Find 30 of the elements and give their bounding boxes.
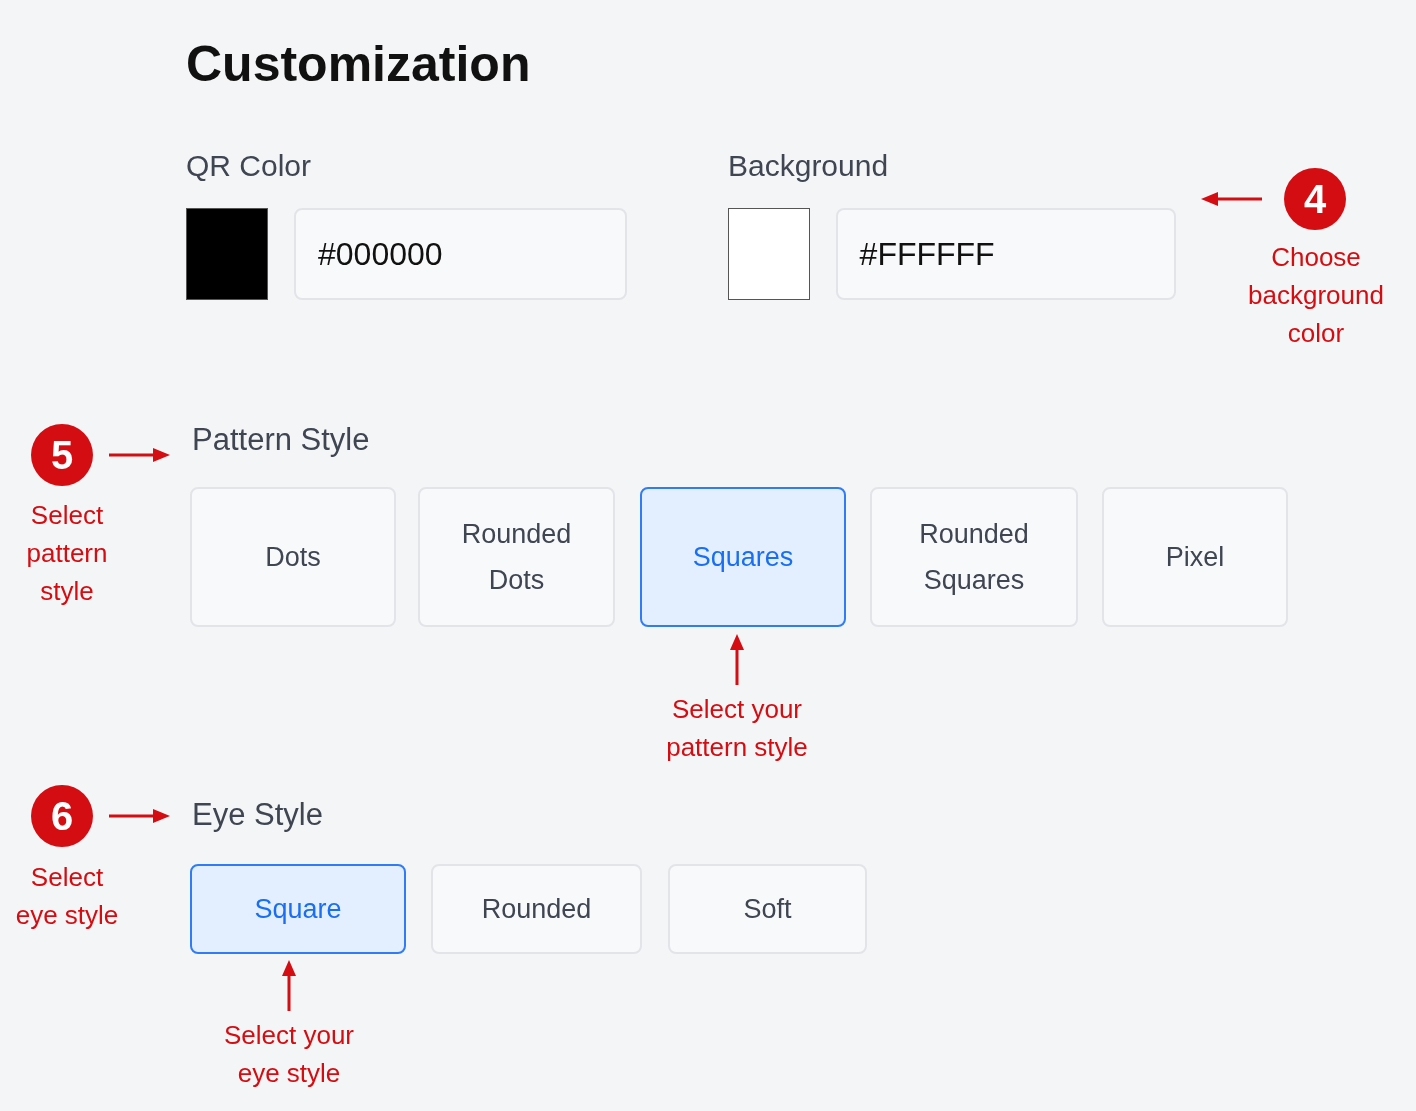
annotation-text: Select pattern style [25,499,109,608]
arrow-icon [729,632,745,686]
arrow-icon [1200,191,1262,207]
annotation-text: Select your pattern style [665,693,809,764]
step-number: 6 [31,785,93,847]
hex-input-field[interactable]: #FFFFFF [835,208,1176,300]
color-swatch[interactable] [728,208,810,300]
style-option[interactable]: Soft [668,864,867,954]
style-option[interactable]: Rounded [431,864,642,954]
hex-input-field[interactable]: #000000 [294,208,627,300]
step-number: 4 [1284,168,1346,230]
arrow-icon [281,958,297,1012]
style-option[interactable]: Square [190,864,406,954]
annotation-text: Choose background color [1247,241,1385,350]
color-swatch[interactable] [186,208,268,300]
section-label: Eye Style [192,797,323,833]
arrow-icon [109,808,171,824]
step-number: 5 [31,424,93,486]
section-label: Pattern Style [192,422,370,458]
page-title: Customization [186,35,531,94]
style-option[interactable]: Squares [640,487,846,627]
style-option[interactable]: Rounded Squares [870,487,1078,627]
annotation-text: Select eye style [14,861,120,932]
arrow-icon [109,447,171,463]
style-option[interactable]: Pixel [1102,487,1288,627]
field-label: Background [728,148,889,184]
style-option[interactable]: Dots [190,487,396,627]
annotation-text: Select your eye style [222,1019,356,1090]
style-option[interactable]: Rounded Dots [418,487,615,627]
field-label: QR Color [186,148,312,184]
